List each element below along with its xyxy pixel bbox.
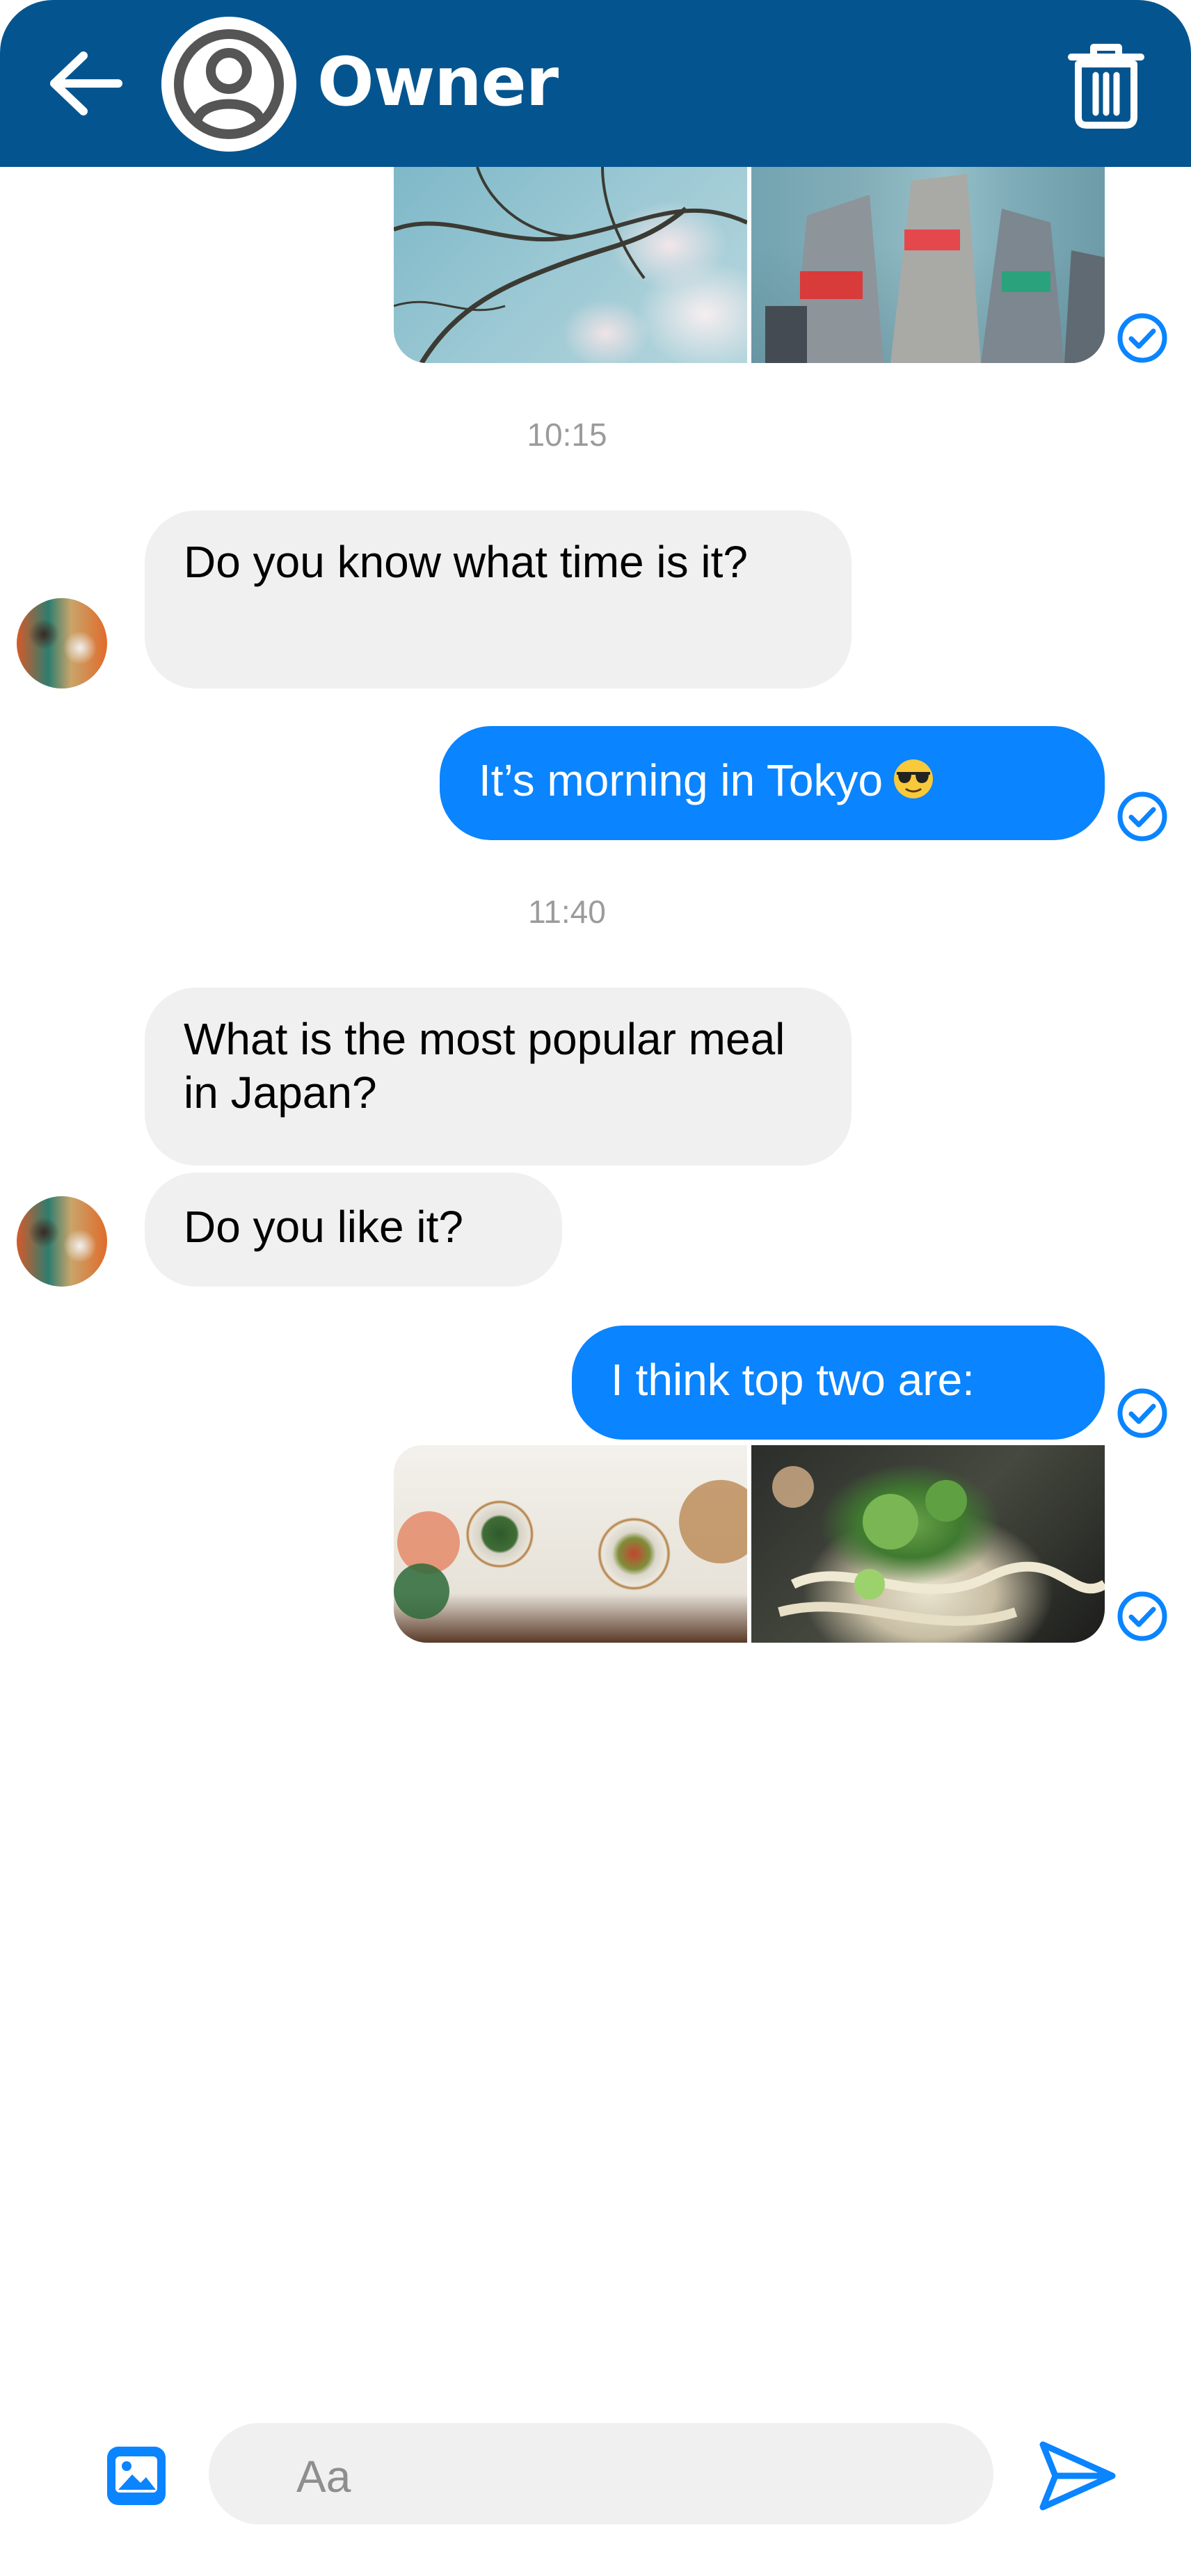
send-button[interactable] (1032, 2434, 1123, 2518)
incoming-message[interactable]: Do you know what time is it? (145, 510, 852, 689)
outgoing-message[interactable]: It’s morning in Tokyo (440, 726, 1105, 840)
timestamp: 11:40 (528, 894, 606, 930)
message-text: Do you like it? (184, 1202, 463, 1252)
sender-avatar[interactable] (17, 598, 107, 689)
trash-icon (1068, 44, 1144, 129)
back-button[interactable] (42, 42, 132, 125)
delete-chat-button[interactable] (1057, 32, 1155, 136)
delivered-check-icon (1117, 1388, 1167, 1438)
message-text: What is the most popular meal in Japan? (184, 1014, 785, 1118)
sent-image-group-1[interactable] (394, 167, 1105, 363)
sushi-roll-photo[interactable] (394, 1445, 747, 1643)
chat-header: Owner (0, 0, 1191, 167)
user-circle-icon (174, 29, 284, 139)
tokyo-city-photo[interactable] (751, 167, 1105, 363)
incoming-message[interactable]: What is the most popular meal in Japan? (145, 988, 852, 1166)
udon-noodle-photo[interactable] (751, 1445, 1105, 1643)
timestamp: 10:15 (527, 417, 607, 453)
message-input[interactable]: Aa (209, 2423, 993, 2525)
incoming-message[interactable]: Do you like it? (145, 1173, 562, 1287)
arrow-left-icon (50, 51, 122, 115)
cherry-blossom-photo[interactable] (394, 167, 747, 363)
contact-avatar[interactable] (161, 17, 296, 152)
delivered-check-icon (1117, 1591, 1167, 1641)
outgoing-message[interactable]: I think top two are: (572, 1326, 1105, 1440)
sent-image-group-2[interactable] (394, 1445, 1105, 1643)
image-icon[interactable] (103, 2442, 170, 2509)
message-text: It’s morning in Tokyo (479, 755, 884, 805)
delivered-check-icon (1117, 313, 1167, 363)
message-text: I think top two are: (611, 1355, 975, 1405)
message-text: Do you know what time is it? (184, 537, 748, 587)
contact-name: Owner (317, 43, 559, 121)
send-icon (1039, 2441, 1116, 2511)
delivered-check-icon (1117, 791, 1167, 842)
message-input-placeholder: Aa (296, 2452, 351, 2502)
sender-avatar[interactable] (17, 1196, 107, 1287)
sunglasses-emoji-icon (894, 759, 934, 798)
